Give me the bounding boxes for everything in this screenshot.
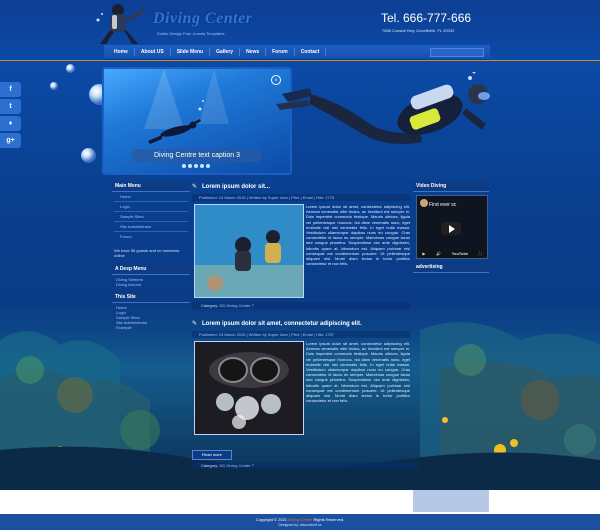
online-status-text: We have 55 guests and no members online <box>114 248 180 258</box>
search-input[interactable] <box>430 48 484 57</box>
nav-item-contact[interactable]: Contact <box>295 48 327 56</box>
article-title-row: ✎ Lorem ipsum dolor sit amet, connectetu… <box>192 319 410 329</box>
bubble-decoration <box>81 148 96 163</box>
deep-menu-title: A Deep Menu <box>112 265 190 275</box>
pen-icon: ✎ <box>192 184 198 190</box>
this-site-title: This Site <box>112 293 190 303</box>
left-sidebar: Main Menu Home Login Sample Sites Site A… <box>112 182 190 330</box>
diver-illustration <box>276 72 490 144</box>
this-site-item[interactable]: Example <box>112 325 190 330</box>
play-icon[interactable]: ▶ <box>422 251 425 256</box>
bubble-decoration <box>50 82 58 90</box>
fullscreen-icon[interactable]: ⛶ <box>479 251 482 256</box>
slide-dots <box>182 164 210 168</box>
phone-number: Tel. 666-777-666 <box>381 11 472 25</box>
menu-item-forum[interactable]: Forum <box>112 232 190 241</box>
main-content: ✎ Lorem ipsum dolor sit... Published: 24… <box>192 182 410 435</box>
menu-item-home[interactable]: Home <box>112 192 190 201</box>
read-more-button[interactable]: Read more <box>192 450 232 460</box>
article-category-row: Category: DD Diving Center 7 <box>192 302 410 309</box>
page: Diving Center Dublin Design Free Joomla … <box>0 0 600 530</box>
slide-dot[interactable] <box>194 164 198 168</box>
site-header: Diving Center Dublin Design Free Joomla … <box>0 0 600 44</box>
nav-item-slide-menu[interactable]: Slide Menu <box>171 48 211 56</box>
site-footer: Copyright © 2021 Diving Center Rights Re… <box>0 514 600 530</box>
designer-credit[interactable]: Designed by: www.ddnet.xx <box>0 523 600 527</box>
bubble-decoration <box>66 64 75 73</box>
nav-item-gallery[interactable]: Gallery <box>210 48 241 56</box>
share-icon[interactable]: ♦ <box>0 116 21 131</box>
nav-item-forum[interactable]: Forum <box>266 48 295 56</box>
article-image <box>194 341 304 435</box>
article-meta: Published: 24 March 2015 | Written by Su… <box>192 331 410 338</box>
article-title-row: ✎ Lorem ipsum dolor sit... <box>192 182 410 192</box>
slide-dot[interactable] <box>206 164 210 168</box>
diver-logo-icon <box>96 4 146 44</box>
facebook-icon[interactable]: f <box>0 82 21 97</box>
social-bar: f t ♦ g+ <box>0 82 21 150</box>
article-text: Lorem ipsum dolor sit amet, consectetur … <box>306 204 410 267</box>
article-image <box>194 204 304 298</box>
deep-menu-item[interactable]: Diving Around <box>112 282 190 287</box>
menu-item-login[interactable]: Login <box>112 202 190 211</box>
slide-dot[interactable] <box>188 164 192 168</box>
menu-item-sample-sites[interactable]: Sample Sites <box>112 212 190 221</box>
google-plus-icon[interactable]: g+ <box>0 133 21 148</box>
article-body: Lorem ipsum dolor sit amet, consectetur … <box>192 341 410 435</box>
site-title[interactable]: Diving Center <box>153 10 252 28</box>
youtube-logo[interactable]: YouTube <box>452 251 469 256</box>
slide-dot[interactable] <box>182 164 186 168</box>
article-body: Lorem ipsum dolor sit amet, consectetur … <box>192 204 410 298</box>
article-text: Lorem ipsum dolor sit amet, consectetur … <box>306 341 410 404</box>
video-caption: First ever sc <box>429 202 457 208</box>
header-divider <box>0 60 600 61</box>
play-button[interactable] <box>441 222 461 235</box>
category-label: Category: <box>201 303 219 308</box>
volume-icon[interactable]: 🔊 <box>436 251 441 256</box>
video-module-title: Video Diving <box>413 182 489 192</box>
slide-caption: Diving Centre text caption 3 <box>132 149 262 162</box>
site-tagline: Dublin Design Free Joomla Templates <box>157 31 225 36</box>
pen-icon: ✎ <box>192 321 198 327</box>
slide-dot[interactable] <box>200 164 204 168</box>
article-title[interactable]: Lorem ipsum dolor sit amet, connectetur … <box>202 321 362 327</box>
article-category-row: Category: DD Diving Center 7 <box>192 462 419 469</box>
footer-spacer <box>0 490 600 514</box>
copyright-suffix: Rights Reserved. <box>313 517 345 522</box>
main-menu-title: Main Menu <box>112 182 190 192</box>
category-link[interactable]: DD Diving Center 7 <box>219 463 253 468</box>
channel-avatar <box>420 199 428 207</box>
video-controls: ▶ 🔊 YouTube ⛶ <box>417 249 487 258</box>
right-sidebar: Video Diving First ever sc ▶ 🔊 YouTube ⛶… <box>413 182 489 273</box>
address: 7888 Coastal Hwy, Dovelliville, FL 33333 <box>382 28 455 33</box>
twitter-icon[interactable]: t <box>0 99 21 114</box>
category-link[interactable]: DD Diving Center 7 <box>219 303 253 308</box>
article-meta: Published: 24 March 2015 | Written by Su… <box>192 194 410 201</box>
copyright-text: Copyright © 2021 Diving Center Rights Re… <box>0 514 600 522</box>
sidebar-footer-block <box>413 490 489 512</box>
nav-item-news[interactable]: News <box>240 48 267 56</box>
slideshow[interactable]: II Diving Centre text caption 3 <box>102 67 292 175</box>
category-label: Category: <box>201 463 219 468</box>
advertising-title: advertising <box>413 263 489 273</box>
nav-item-home[interactable]: Home <box>108 48 135 56</box>
menu-item-site-administrator[interactable]: Site Administrator <box>112 222 190 231</box>
article-title[interactable]: Lorem ipsum dolor sit... <box>202 184 270 190</box>
footer-brand-link[interactable]: Diving Center <box>288 517 312 522</box>
video-player[interactable]: First ever sc ▶ 🔊 YouTube ⛶ <box>416 195 488 259</box>
nav-item-about-us[interactable]: About US <box>135 48 171 56</box>
copyright-prefix: Copyright © 2021 <box>255 517 287 522</box>
